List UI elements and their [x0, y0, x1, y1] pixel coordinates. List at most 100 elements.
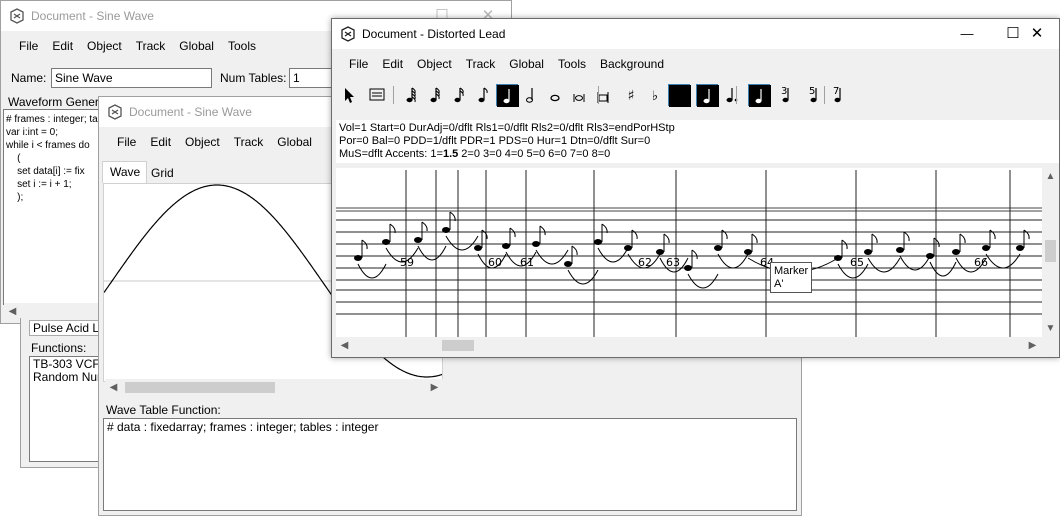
name-label: Name:	[11, 71, 47, 85]
scroll-down-icon[interactable]: ▼	[1042, 320, 1059, 337]
sixteenth-note-button[interactable]	[448, 84, 470, 106]
sixtyfourth-note-button[interactable]	[400, 84, 422, 106]
staff-vscroll[interactable]: ▲ ▼	[1042, 168, 1059, 337]
window-title: Document - Sine Wave	[31, 9, 154, 23]
note-flag	[959, 233, 966, 244]
note-toolbar: ♯ ♭ ♮ 3 5 7	[338, 84, 1058, 108]
scroll-left-icon[interactable]: ◀	[336, 337, 353, 354]
note-head	[982, 245, 990, 251]
note-flag	[691, 249, 698, 260]
menu-file[interactable]: File	[342, 53, 375, 75]
tab-grid[interactable]: Grid	[147, 163, 183, 183]
scroll-thumb[interactable]	[442, 340, 474, 351]
no-triplet-button[interactable]	[748, 84, 771, 107]
toolbar-separator	[393, 86, 394, 104]
scroll-left-icon[interactable]: ◀	[105, 379, 122, 396]
scroll-thumb[interactable]	[1045, 240, 1056, 262]
quintuplet-button[interactable]: 5	[804, 84, 826, 106]
note-head	[952, 249, 960, 255]
svg-text:♭: ♭	[652, 89, 658, 104]
functions-list[interactable]: TB-303 VCF (M Random Numb	[29, 356, 109, 462]
code-line: );	[6, 192, 24, 203]
menu-track[interactable]: Track	[459, 53, 503, 75]
menu-object[interactable]: Object	[178, 131, 227, 153]
septuplet-button[interactable]: 7	[828, 84, 850, 106]
dot-icon	[726, 88, 738, 103]
scroll-up-icon[interactable]: ▲	[1042, 168, 1059, 185]
tie-arc	[417, 245, 447, 261]
note-flag	[421, 221, 428, 232]
menu-global[interactable]: Global	[270, 131, 319, 153]
note-head	[1016, 245, 1024, 251]
menu-background[interactable]: Background	[593, 53, 671, 75]
note-flag	[663, 233, 670, 244]
no-dot-button[interactable]	[696, 84, 719, 107]
info-line-3-prefix: MuS=dflt Accents: 1=	[339, 148, 443, 160]
menu-tools[interactable]: Tools	[551, 53, 593, 75]
menu-global[interactable]: Global	[502, 53, 551, 75]
triplet-button[interactable]: 3	[776, 84, 798, 106]
menu-track[interactable]: Track	[227, 131, 271, 153]
window-distorted-lead: Document - Distorted Lead — ☐ ✕ File Edit…	[331, 18, 1060, 358]
measure-number: 65	[850, 256, 864, 269]
quad-whole-note-button[interactable]	[592, 84, 614, 106]
staff-hscroll[interactable]: ◀ ▶	[336, 337, 1042, 354]
menu-object[interactable]: Object	[80, 35, 129, 57]
whole-note-button[interactable]	[544, 84, 566, 106]
note-flag	[539, 225, 546, 236]
menu-edit[interactable]: Edit	[375, 53, 410, 75]
code-line: set data[i] := fix	[6, 166, 85, 177]
quarter-note-button[interactable]	[496, 84, 519, 107]
tab-wave[interactable]: Wave	[102, 161, 147, 183]
svg-text:♯: ♯	[628, 88, 635, 104]
command-tool-button[interactable]	[366, 84, 388, 106]
thirtysecond-note-button[interactable]	[424, 84, 446, 106]
wave-table-function-editor[interactable]: # data : fixedarray; frames : integer; t…	[103, 418, 797, 511]
name-input[interactable]: Sine Wave	[51, 68, 212, 88]
dot-button[interactable]	[720, 84, 742, 106]
list-item[interactable]: Random Numb	[33, 371, 108, 384]
menu-edit[interactable]: Edit	[143, 131, 178, 153]
note-flag	[933, 237, 940, 248]
menu-tools[interactable]: Tools	[221, 35, 263, 57]
app-icon	[341, 26, 355, 42]
quad-whole-note-icon	[597, 92, 609, 103]
note-head	[382, 239, 390, 245]
scroll-left-icon[interactable]: ◀	[4, 303, 21, 320]
flat-button[interactable]: ♭	[644, 84, 666, 106]
scroll-right-icon[interactable]: ▶	[1024, 337, 1041, 354]
double-whole-note-button[interactable]	[568, 84, 590, 106]
half-note-button[interactable]	[520, 84, 542, 106]
sharp-button[interactable]: ♯	[620, 84, 642, 106]
tuplet-number: 5	[809, 86, 815, 97]
window-title: Document - Sine Wave	[129, 105, 252, 119]
close-button[interactable]: ✕	[1014, 19, 1059, 49]
menu-edit[interactable]: Edit	[45, 35, 80, 57]
marker-box[interactable]: Marker A'	[770, 262, 812, 293]
wave-hscroll[interactable]: ◀ ▶	[105, 379, 443, 396]
eighth-note-icon	[478, 87, 488, 103]
natural-button[interactable]: ♮	[668, 84, 691, 107]
menu-global[interactable]: Global	[172, 35, 221, 57]
whole-note-icon	[550, 94, 560, 102]
title-bar[interactable]: Document - Distorted Lead — ☐ ✕	[332, 19, 1059, 49]
num-tables-label: Num Tables:	[220, 71, 287, 85]
menu-file[interactable]: File	[12, 35, 45, 57]
scroll-thumb[interactable]	[125, 382, 275, 393]
menu-file[interactable]: File	[110, 131, 143, 153]
scroll-right-icon[interactable]: ▶	[426, 379, 443, 396]
tie-arc	[687, 273, 719, 289]
note-head	[896, 247, 904, 253]
menu-track[interactable]: Track	[129, 35, 173, 57]
generator-code-editor[interactable]: # frames : integer; ta var i:int = 0; wh…	[3, 109, 113, 305]
arrow-tool-button[interactable]	[338, 84, 360, 106]
app-icon	[108, 104, 122, 120]
note-flag	[989, 229, 996, 240]
eighth-note-button[interactable]	[472, 84, 494, 106]
quarter-note-icon	[497, 85, 519, 107]
code-line: # frames : integer; ta	[6, 114, 98, 125]
menu-object[interactable]: Object	[410, 53, 459, 75]
note-flag	[871, 233, 878, 244]
staff-view[interactable]: 59 60 61 62 63 64 65 66 Marker A'	[336, 168, 1042, 337]
minimize-button[interactable]: —	[944, 19, 990, 49]
